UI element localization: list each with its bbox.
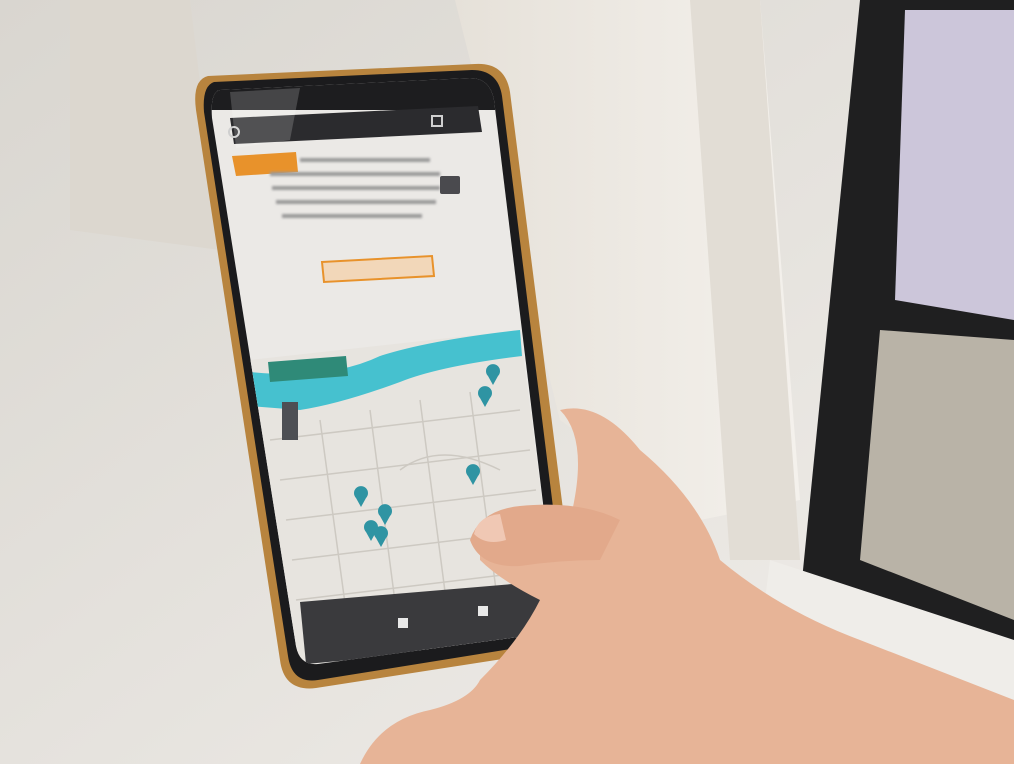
photo-scene [0,0,1014,764]
nav-list-icon[interactable] [478,606,488,616]
storefront-glass [895,10,1014,320]
zoom-controls[interactable] [282,402,298,440]
menu-button[interactable] [440,176,460,194]
nav-map-icon[interactable] [398,618,408,628]
screen-glare [230,88,300,148]
